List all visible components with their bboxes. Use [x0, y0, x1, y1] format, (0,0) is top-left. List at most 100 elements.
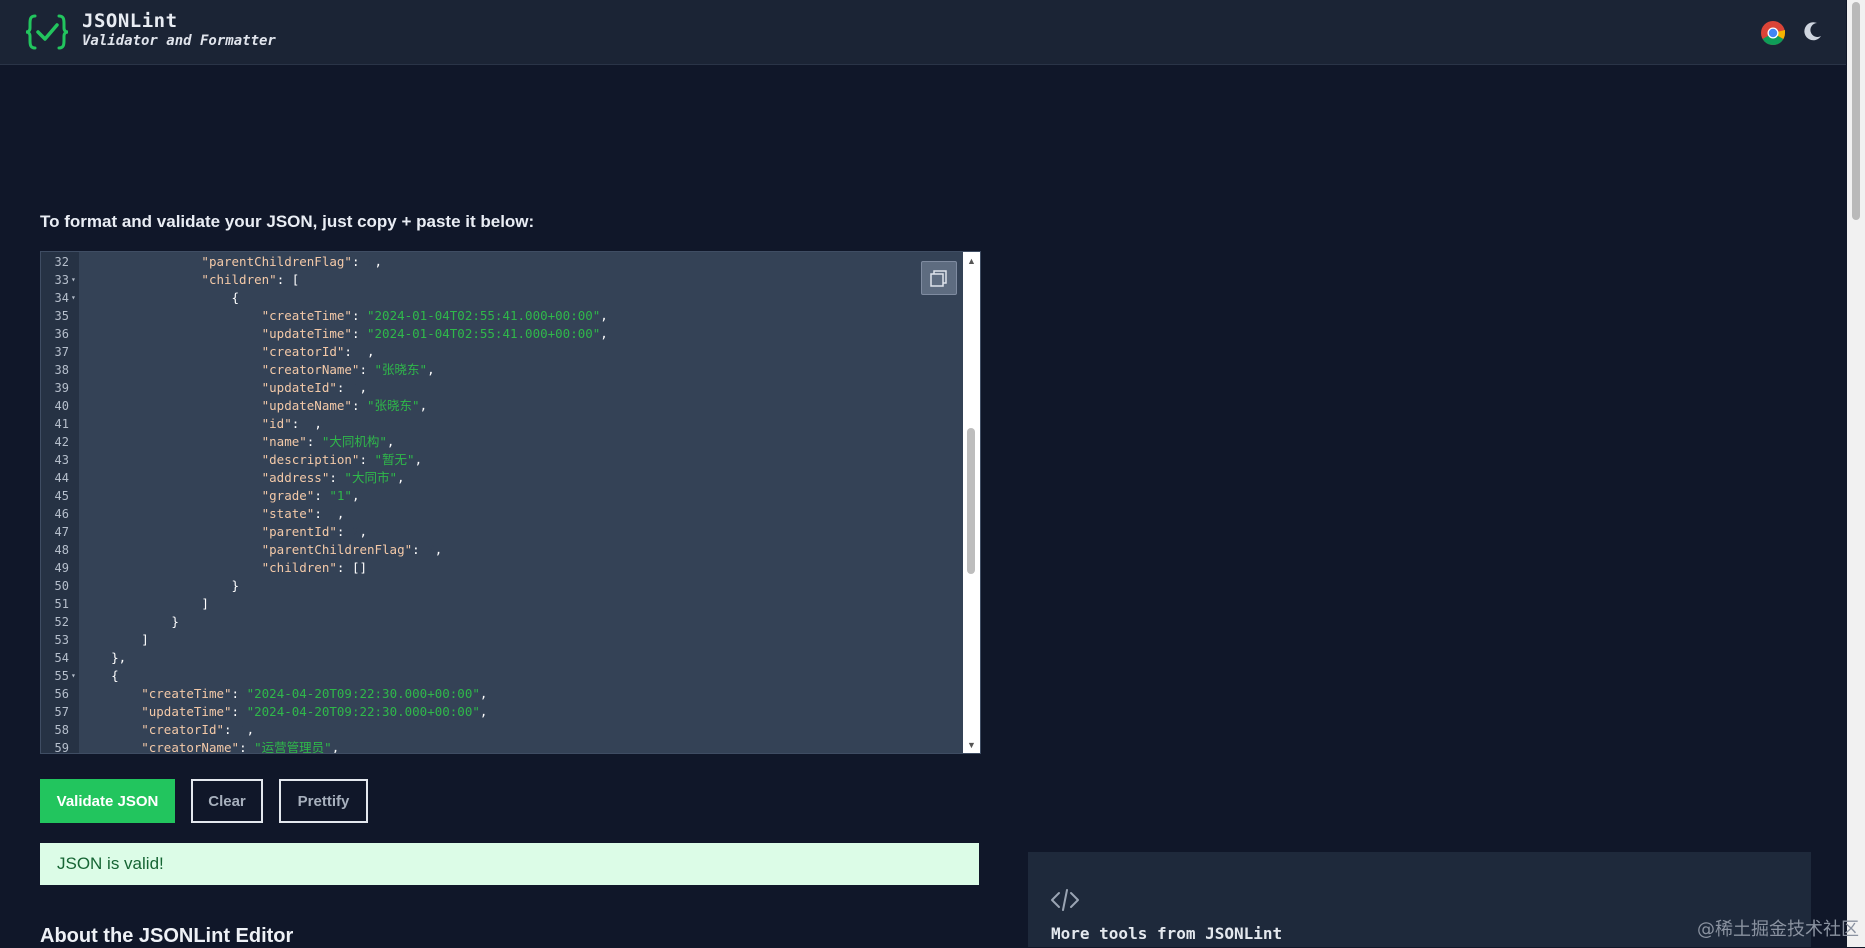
line-number: 45 [54, 489, 69, 503]
code-line[interactable]: 32 "parentChildrenFlag": 0, [41, 253, 961, 271]
page-scrollbar[interactable] [1847, 0, 1865, 947]
code-text[interactable]: "parentChildrenFlag": 0, [81, 541, 443, 559]
editor-scrollbar[interactable]: ▲ ▼ [963, 252, 980, 753]
copy-button[interactable] [921, 261, 957, 295]
validate-json-button[interactable]: Validate JSON [40, 779, 175, 823]
code-text[interactable]: } [81, 613, 179, 631]
code-line[interactable]: 39 "updateId": 1, [41, 379, 961, 397]
code-text[interactable]: { [81, 667, 119, 685]
code-line[interactable]: 51 ] [41, 595, 961, 613]
line-number: 39 [54, 381, 69, 395]
code-line[interactable]: 53 ] [41, 631, 961, 649]
code-text[interactable]: "state": 0, [81, 505, 345, 523]
code-line[interactable]: 41 "id": 3, [41, 415, 961, 433]
scroll-down-arrow[interactable]: ▼ [967, 740, 976, 750]
code-text[interactable]: "id": 3, [81, 415, 322, 433]
brand-title[interactable]: JSONLint [82, 10, 178, 32]
code-line[interactable]: 45 "grade": "1", [41, 487, 961, 505]
code-line[interactable]: 36 "updateTime": "2024-01-04T02:55:41.00… [41, 325, 961, 343]
line-number: 49 [54, 561, 69, 575]
code-line[interactable]: 57 "updateTime": "2024-04-20T09:22:30.00… [41, 703, 961, 721]
validation-result: JSON is valid! [40, 843, 979, 885]
line-number: 32 [54, 255, 69, 269]
code-line[interactable]: 33 ▾ "children": [ [41, 271, 961, 289]
code-text[interactable]: "updateTime": "2024-01-04T02:55:41.000+0… [81, 325, 608, 343]
more-tools-panel: More tools from JSONLint [1028, 852, 1811, 947]
code-text[interactable]: "createTime": "2024-01-04T02:55:41.000+0… [81, 307, 608, 325]
code-text[interactable]: }, [81, 649, 126, 667]
fold-toggle-icon[interactable]: ▾ [71, 667, 76, 685]
clear-button[interactable]: Clear [191, 779, 263, 823]
line-number: 56 [54, 687, 69, 701]
code-line[interactable]: 34 ▾ { [41, 289, 961, 307]
line-number: 42 [54, 435, 69, 449]
code-line[interactable]: 43 "description": "暂无", [41, 451, 961, 469]
code-line[interactable]: 37 "creatorId": 1, [41, 343, 961, 361]
code-text[interactable]: "updateTime": "2024-04-20T09:22:30.000+0… [81, 703, 487, 721]
code-line[interactable]: 58 "creatorId": 1, [41, 721, 961, 739]
page-scrollbar-thumb[interactable] [1852, 2, 1860, 220]
line-number: 43 [54, 453, 69, 467]
tools-title[interactable]: More tools from JSONLint [1051, 924, 1282, 943]
code-text[interactable]: ] [81, 595, 209, 613]
code-line[interactable]: 47 "parentId": 2, [41, 523, 961, 541]
code-line[interactable]: 42 "name": "大同机构", [41, 433, 961, 451]
code-line[interactable]: 52 } [41, 613, 961, 631]
code-line[interactable]: 56 "createTime": "2024-04-20T09:22:30.00… [41, 685, 961, 703]
code-lines[interactable]: 32 "parentChildrenFlag": 0, 33 ▾ "children… [41, 253, 961, 754]
fold-toggle-icon[interactable]: ▾ [71, 271, 76, 289]
code-line[interactable]: 55 ▾ { [41, 667, 961, 685]
line-number: 57 [54, 705, 69, 719]
line-number: 36 [54, 327, 69, 341]
fold-toggle-icon[interactable]: ▾ [71, 289, 76, 307]
code-text[interactable]: "creatorName": "运营管理员", [81, 739, 339, 753]
code-line[interactable]: 46 "state": 0, [41, 505, 961, 523]
code-text[interactable]: "children": [ [81, 271, 299, 289]
code-line[interactable]: 59 "creatorName": "运营管理员", [41, 739, 961, 754]
line-number: 59 [54, 741, 69, 754]
brand-subtitle: Validator and Formatter [82, 33, 276, 49]
code-line[interactable]: 50 } [41, 577, 961, 595]
chrome-icon[interactable] [1760, 20, 1786, 46]
code-text[interactable]: } [81, 577, 240, 595]
code-line[interactable]: 35 "createTime": "2024-01-04T02:55:41.00… [41, 307, 961, 325]
code-text[interactable]: "address": "大同市", [81, 469, 405, 487]
prettify-button[interactable]: Prettify [279, 779, 368, 823]
code-text[interactable]: "parentChildrenFlag": 0, [81, 253, 382, 271]
code-text[interactable]: "parentId": 2, [81, 523, 367, 541]
line-number: 55 [54, 669, 69, 683]
line-number: 58 [54, 723, 69, 737]
line-number: 41 [54, 417, 69, 431]
code-text[interactable]: "grade": "1", [81, 487, 360, 505]
editor-scrollbar-thumb[interactable] [967, 428, 975, 574]
line-number: 46 [54, 507, 69, 521]
code-text[interactable]: "createTime": "2024-04-20T09:22:30.000+0… [81, 685, 487, 703]
code-text[interactable]: { [81, 289, 240, 307]
code-text[interactable]: "updateName": "张晓东", [81, 397, 427, 415]
code-line[interactable]: 48 "parentChildrenFlag": 0, [41, 541, 961, 559]
scroll-up-arrow[interactable]: ▲ [967, 256, 976, 266]
code-text[interactable]: "creatorId": 1, [81, 343, 375, 361]
code-text[interactable]: "creatorName": "张晓东", [81, 361, 435, 379]
line-number: 44 [54, 471, 69, 485]
line-number: 47 [54, 525, 69, 539]
about-heading: About the JSONLint Editor [40, 925, 294, 947]
moon-icon[interactable] [1802, 20, 1824, 42]
line-number: 37 [54, 345, 69, 359]
code-text[interactable]: "description": "暂无", [81, 451, 423, 469]
code-line[interactable]: 49 "children": [] [41, 559, 961, 577]
code-line[interactable]: 40 "updateName": "张晓东", [41, 397, 961, 415]
site-header: JSONLint Validator and Formatter [0, 0, 1846, 65]
code-line[interactable]: 38 "creatorName": "张晓东", [41, 361, 961, 379]
code-line[interactable]: 44 "address": "大同市", [41, 469, 961, 487]
code-text[interactable]: "children": [] [81, 559, 367, 577]
code-text[interactable]: "name": "大同机构", [81, 433, 395, 451]
line-number: 35 [54, 309, 69, 323]
json-editor[interactable]: 32 "parentChildrenFlag": 0, 33 ▾ "children… [40, 251, 981, 754]
code-line[interactable]: 54 }, [41, 649, 961, 667]
logo-icon[interactable] [26, 12, 68, 52]
code-text[interactable]: "creatorId": 1, [81, 721, 254, 739]
line-number: 51 [54, 597, 69, 611]
code-text[interactable]: ] [81, 631, 149, 649]
code-text[interactable]: "updateId": 1, [81, 379, 367, 397]
